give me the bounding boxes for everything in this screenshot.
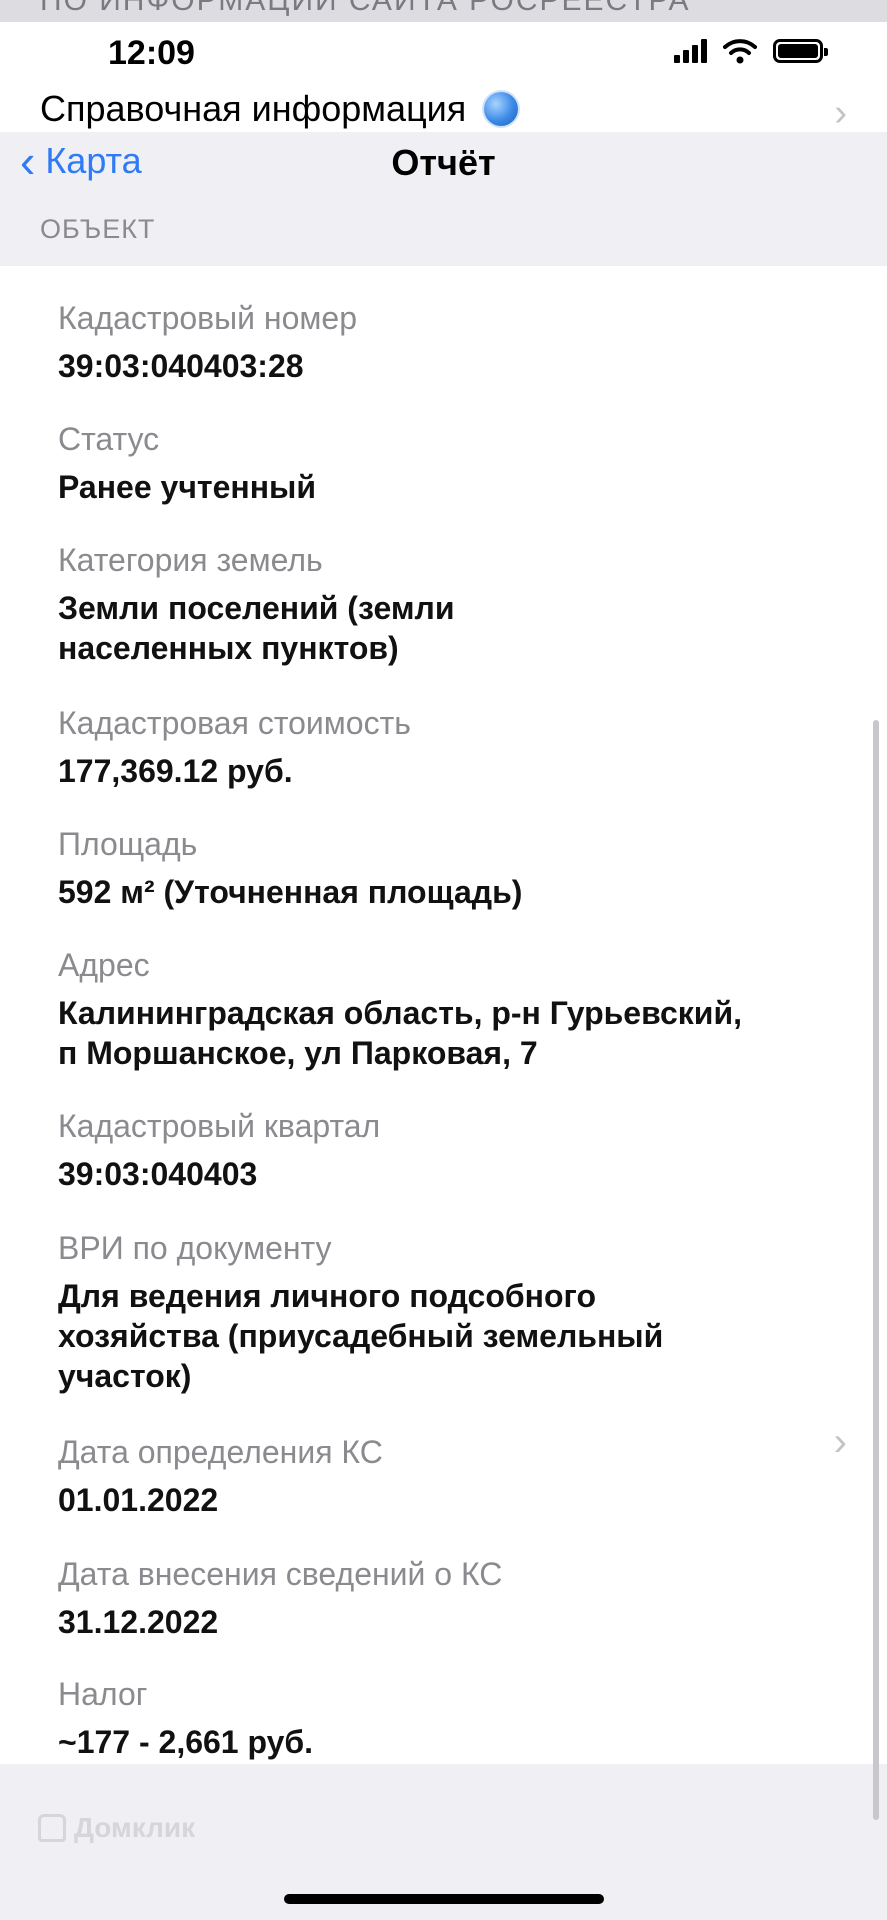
field-value: 31.12.2022 [58,1604,219,1640]
details-card: Кадастровый номер 39:03:040403:28 Статус… [0,266,887,1764]
field-label: Кадастровая стоимость [58,705,411,741]
field-label: Статус [58,421,160,457]
scrollbar[interactable] [873,720,879,1820]
field-value: 01.01.2022 [58,1482,219,1518]
field-status: Статус Ранее учтенный [58,419,827,507]
field-value: Ранее учтенный [58,469,317,505]
field-label: Категория земель [58,542,323,578]
field-cost-date: Дата определения КС 01.01.2022 [58,1432,827,1520]
house-logo-icon [38,1814,66,1842]
field-label: Кадастровый номер [58,300,357,336]
field-value: Калининградская область, р-н Гурьевский,… [58,995,742,1071]
field-value: Земли поселений (земли населенных пункто… [58,590,455,666]
tax-chevron-icon[interactable]: › [834,1420,847,1465]
field-land-category: Категория земель Земли поселений (земли … [58,540,827,668]
watermark-text: Домклик [74,1812,196,1843]
page-title: Отчёт [391,142,496,183]
cellular-signal-icon [674,39,707,63]
chevron-right-icon[interactable]: › [834,92,847,135]
globe-icon [484,92,519,126]
battery-icon [773,39,828,63]
field-value: Для ведения личного подсобного хозяйства… [58,1278,664,1394]
field-label: Площадь [58,826,198,862]
field-address: Адрес Калининградская область, р-н Гурье… [58,945,827,1073]
field-area: Площадь 592 м² (Уточненная площадь) [58,824,827,912]
field-value: 39:03:040403 [58,1156,258,1192]
field-value: ~177 - 2,661 руб. [58,1724,314,1760]
reference-info-row[interactable]: Справочная информация [40,88,519,130]
navigation-bar: ‹ Карта Отчёт [0,132,887,212]
field-cadastral-quarter: Кадастровый квартал 39:03:040403 [58,1106,827,1194]
field-label: ВРИ по документу [58,1230,332,1266]
home-indicator[interactable] [284,1894,604,1904]
field-label: Дата внесения сведений о КС [58,1556,503,1592]
field-cost-entry-date: Дата внесения сведений о КС 31.12.2022 [58,1554,827,1642]
field-value: 177,369.12 руб. [58,753,293,789]
top-strip: ПО ИНФОРМАЦИИ САЙТА РОСРЕЕСТРА [0,0,887,22]
watermark: Домклик [38,1812,195,1844]
top-strip-text: ПО ИНФОРМАЦИИ САЙТА РОСРЕЕСТРА [40,0,691,17]
reference-info-label: Справочная информация [40,88,467,129]
wifi-icon [723,39,757,64]
field-label: Кадастровый квартал [58,1108,381,1144]
field-cadastral-number: Кадастровый номер 39:03:040403:28 [58,298,827,386]
status-bar: 12:09 Справочная информация › [0,22,887,135]
field-label: Адрес [58,947,150,983]
field-label: Дата определения КС [58,1434,383,1470]
field-tax[interactable]: Налог ~177 - 2,661 руб. [58,1674,827,1762]
field-value: 39:03:040403:28 [58,348,304,384]
field-value: 592 м² (Уточненная площадь) [58,874,523,910]
section-header: ОБЪЕКТ [40,214,156,244]
field-label: Налог [58,1676,148,1712]
status-icons [674,38,828,64]
field-cadastral-cost: Кадастровая стоимость 177,369.12 руб. [58,703,827,791]
status-time: 12:09 [108,34,195,72]
field-permitted-use: ВРИ по документу Для ведения личного под… [58,1228,827,1396]
